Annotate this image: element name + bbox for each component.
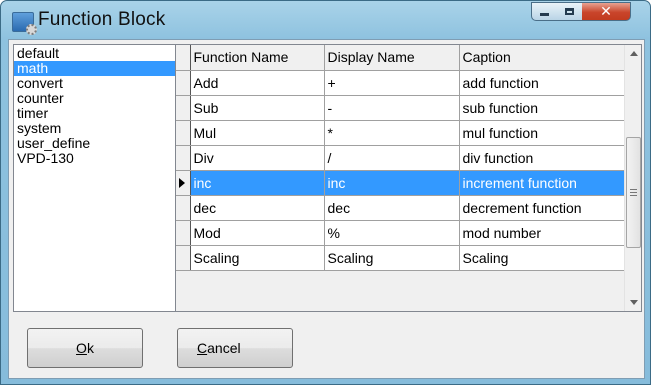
category-item-user-define[interactable]: user_define [14, 136, 175, 151]
gear-icon [26, 24, 37, 35]
ok-button-label: Ok [76, 340, 94, 356]
current-row-pointer-icon [179, 177, 185, 188]
table-row[interactable]: Add + add function [176, 70, 625, 96]
display-name-cell[interactable]: * [324, 120, 460, 146]
category-item-math[interactable]: math [14, 61, 175, 76]
window-title: Function Block [38, 9, 166, 30]
grip-icon [630, 189, 637, 196]
row-header-cell[interactable] [176, 195, 191, 221]
category-list[interactable]: default math convert counter timer syste… [13, 44, 176, 312]
column-header-caption[interactable]: Caption [459, 45, 625, 71]
caption-cell[interactable]: increment function [459, 170, 625, 196]
corner-header-cell[interactable] [176, 45, 191, 71]
row-header-cell[interactable] [176, 245, 191, 271]
cancel-button[interactable]: Cancel [177, 328, 293, 368]
display-name-cell[interactable]: % [324, 220, 460, 246]
function-name-cell[interactable]: Mul [190, 120, 325, 146]
table-row[interactable]: dec dec decrement function [176, 195, 625, 221]
caption-cell[interactable]: decrement function [459, 195, 625, 221]
function-grid[interactable]: Function Name Display Name Caption Add +… [175, 44, 642, 312]
row-header-cell[interactable] [176, 70, 191, 96]
minimize-button[interactable] [531, 2, 558, 21]
function-block-window: Function Block ✕ default math convert co… [0, 0, 651, 385]
caption-cell[interactable]: add function [459, 70, 625, 96]
column-header-display-name[interactable]: Display Name [324, 45, 460, 71]
maximize-icon [565, 8, 574, 15]
function-name-cell[interactable]: Div [190, 145, 325, 171]
table-row-selected[interactable]: inc inc increment function [176, 170, 625, 196]
close-icon: ✕ [600, 3, 612, 20]
minimize-icon [540, 13, 549, 16]
caption-cell[interactable]: Scaling [459, 245, 625, 271]
grid-header-row: Function Name Display Name Caption [176, 45, 625, 71]
close-button[interactable]: ✕ [582, 2, 631, 21]
arrow-up-icon [629, 51, 638, 56]
function-name-cell[interactable]: dec [190, 195, 325, 221]
caption-cell[interactable]: mul function [459, 120, 625, 146]
ok-button[interactable]: Ok [27, 328, 143, 368]
category-item-default[interactable]: default [14, 46, 175, 61]
display-name-cell[interactable]: / [324, 145, 460, 171]
function-name-cell[interactable]: Sub [190, 95, 325, 121]
row-header-cell[interactable] [176, 145, 191, 171]
display-name-cell[interactable]: inc [324, 170, 460, 196]
function-name-cell[interactable]: Mod [190, 220, 325, 246]
scroll-down-button[interactable] [625, 294, 642, 311]
scroll-up-button[interactable] [625, 45, 642, 62]
category-item-convert[interactable]: convert [14, 76, 175, 91]
display-name-cell[interactable]: dec [324, 195, 460, 221]
row-header-cell[interactable] [176, 120, 191, 146]
caption-cell[interactable]: sub function [459, 95, 625, 121]
category-item-vpd-130[interactable]: VPD-130 [14, 151, 175, 166]
row-header-cell[interactable] [176, 170, 191, 196]
scroll-thumb[interactable] [626, 137, 641, 248]
function-block-app-icon [12, 12, 37, 35]
table-row[interactable]: Mod % mod number [176, 220, 625, 246]
table-row[interactable]: Sub - sub function [176, 95, 625, 121]
title-bar[interactable]: Function Block ✕ [1, 1, 650, 39]
caption-cell[interactable]: div function [459, 145, 625, 171]
function-name-cell[interactable]: Scaling [190, 245, 325, 271]
caption-cell[interactable]: mod number [459, 220, 625, 246]
display-name-cell[interactable]: Scaling [324, 245, 460, 271]
function-name-cell[interactable]: inc [190, 170, 325, 196]
row-header-cell[interactable] [176, 95, 191, 121]
function-table: Function Name Display Name Caption Add +… [176, 45, 625, 271]
display-name-cell[interactable]: + [324, 70, 460, 96]
category-item-timer[interactable]: timer [14, 106, 175, 121]
display-name-cell[interactable]: - [324, 95, 460, 121]
arrow-down-icon [629, 300, 638, 305]
table-row[interactable]: Div / div function [176, 145, 625, 171]
dialog-client-area: default math convert counter timer syste… [8, 39, 645, 379]
maximize-button[interactable] [557, 2, 583, 21]
function-name-cell[interactable]: Add [190, 70, 325, 96]
vertical-scrollbar[interactable] [624, 45, 641, 311]
table-row[interactable]: Mul * mul function [176, 120, 625, 146]
row-header-cell[interactable] [176, 220, 191, 246]
column-header-function-name[interactable]: Function Name [190, 45, 325, 71]
category-item-system[interactable]: system [14, 121, 175, 136]
category-item-counter[interactable]: counter [14, 91, 175, 106]
table-row[interactable]: Scaling Scaling Scaling [176, 245, 625, 271]
cancel-button-label: Cancel [197, 340, 241, 356]
